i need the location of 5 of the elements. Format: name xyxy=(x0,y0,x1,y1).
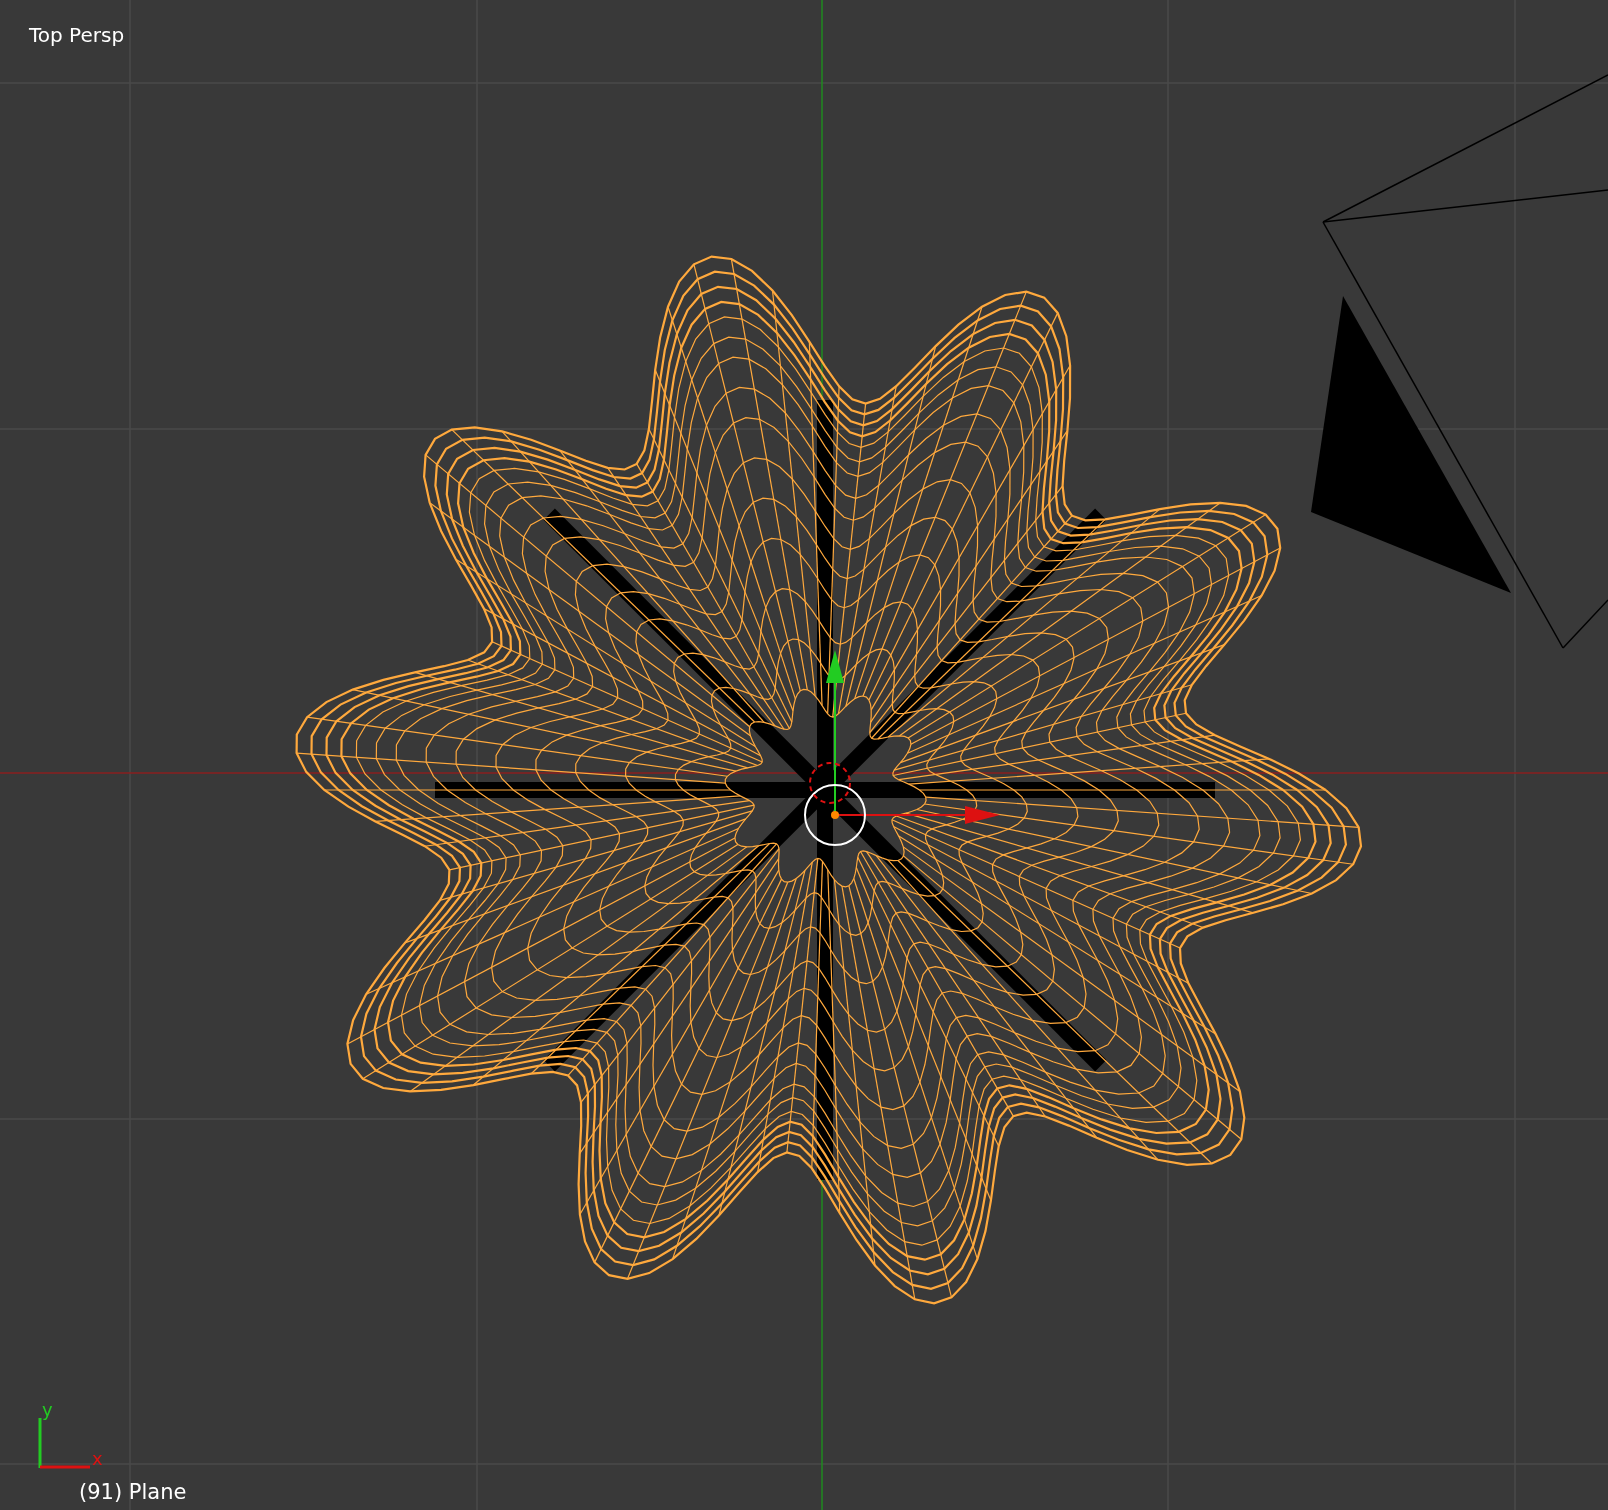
axis-widget-drawing xyxy=(38,1418,90,1469)
object-info-label: (91) Plane xyxy=(79,1479,187,1506)
axis-y-label: y xyxy=(42,1398,53,1422)
axis-x-label: x xyxy=(92,1447,103,1471)
view-label: Top Persp xyxy=(29,22,125,49)
